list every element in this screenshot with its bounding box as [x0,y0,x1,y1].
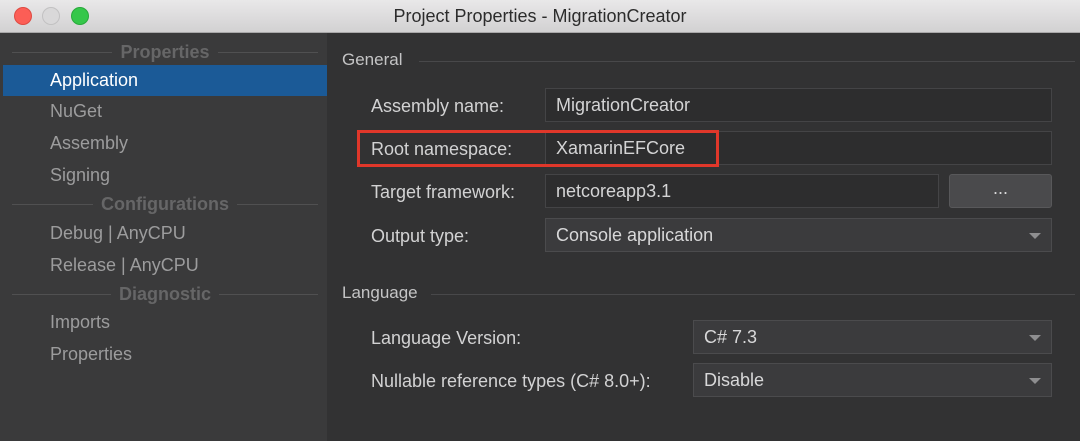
language-version-label: Language Version: [371,328,522,348]
section-header-configurations: Configurations [12,193,318,215]
output-type-select[interactable]: Console application [545,218,1052,252]
section-header-diagnostic: Diagnostic [12,283,318,305]
target-framework-label: Target framework: [371,182,516,202]
sidebar: Properties Application NuGet Assembly Si… [0,33,327,441]
section-title: Diagnostic [110,284,219,304]
nullable-reference-types-select[interactable]: Disable [693,363,1052,397]
sidebar-item-properties[interactable]: Properties [0,339,327,370]
chevron-down-icon [1029,233,1041,239]
output-type-label: Output type: [371,226,470,246]
main-panel: General Assembly name: MigrationCreator … [327,33,1080,441]
language-version-value: C# 7.3 [704,327,758,347]
sidebar-item-application[interactable]: Application [3,65,327,96]
sidebar-item-signing[interactable]: Signing [0,160,327,191]
sidebar-item-imports[interactable]: Imports [0,307,327,338]
sidebar-item-assembly[interactable]: Assembly [0,128,327,159]
window-title: Project Properties - MigrationCreator [393,6,687,26]
title-bar: Project Properties - MigrationCreator [0,0,1080,33]
assembly-name-label: Assembly name: [371,96,505,116]
section-title: Properties [112,42,218,62]
sidebar-item-debug-anycpu[interactable]: Debug | AnyCPU [0,218,327,249]
group-divider [431,294,1075,295]
chevron-down-icon [1029,335,1041,341]
chevron-down-icon [1029,378,1041,384]
section-title: Configurations [93,194,237,214]
nullable-reference-types-label: Nullable reference types (C# 8.0+): [371,371,651,391]
group-title-language: Language [342,283,418,302]
browse-framework-button[interactable]: ... [949,174,1052,208]
assembly-name-field[interactable]: MigrationCreator [545,88,1052,122]
language-version-select[interactable]: C# 7.3 [693,320,1052,354]
group-title-general: General [342,50,403,69]
output-type-value: Console application [556,225,714,245]
root-namespace-highlight-box [357,130,719,167]
nullable-reference-types-value: Disable [704,370,765,390]
sidebar-item-nuget[interactable]: NuGet [0,96,327,127]
section-header-properties: Properties [12,41,318,63]
group-divider [419,61,1075,62]
target-framework-field[interactable]: netcoreapp3.1 [545,174,939,208]
sidebar-item-release-anycpu[interactable]: Release | AnyCPU [0,250,327,281]
project-properties-window: Project Properties - MigrationCreator Pr… [0,0,1080,441]
